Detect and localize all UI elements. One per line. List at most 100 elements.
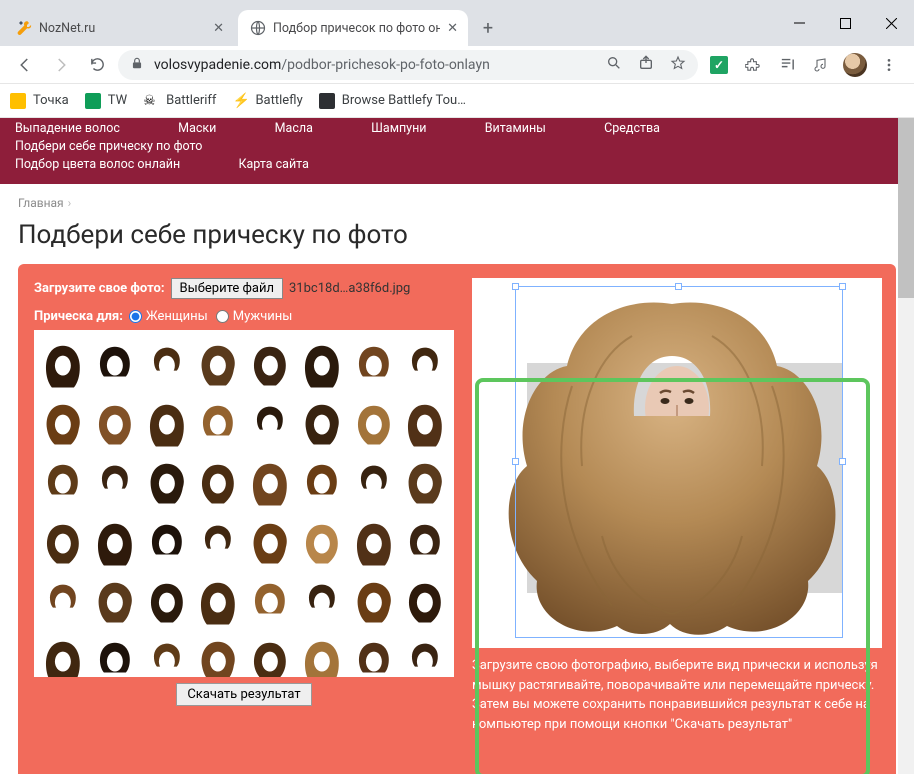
hairstyle-thumb[interactable] bbox=[245, 336, 295, 393]
hairstyle-thumb[interactable] bbox=[245, 573, 295, 630]
hairstyle-grid bbox=[38, 336, 450, 677]
nav-link[interactable]: Витамины bbox=[485, 120, 546, 138]
hairstyle-thumb[interactable] bbox=[245, 395, 295, 452]
hairstyle-thumb[interactable] bbox=[142, 514, 192, 571]
hairstyle-thumb[interactable] bbox=[400, 573, 450, 630]
hairstyle-thumb[interactable] bbox=[142, 395, 192, 452]
hairstyle-thumb[interactable] bbox=[400, 514, 450, 571]
minimize-button[interactable] bbox=[776, 3, 822, 43]
menu-icon[interactable] bbox=[874, 50, 904, 80]
hairstyle-thumb[interactable] bbox=[142, 573, 192, 630]
bookmark-item[interactable]: TW bbox=[85, 93, 127, 109]
resize-handle[interactable] bbox=[839, 458, 846, 465]
close-window-button[interactable] bbox=[868, 3, 914, 43]
hairstyle-thumb[interactable] bbox=[297, 573, 347, 630]
hairstyle-thumb[interactable] bbox=[297, 632, 347, 677]
hairstyle-thumb[interactable] bbox=[193, 514, 243, 571]
hairstyle-thumb[interactable] bbox=[193, 395, 243, 452]
hairstyle-thumb[interactable] bbox=[90, 395, 140, 452]
nav-link[interactable]: Маски bbox=[178, 120, 216, 138]
hairstyle-thumb[interactable] bbox=[297, 514, 347, 571]
hairstyle-thumb[interactable] bbox=[142, 632, 192, 677]
forward-button[interactable] bbox=[46, 50, 76, 80]
hairstyle-thumb[interactable] bbox=[90, 336, 140, 393]
hairstyle-thumb[interactable] bbox=[400, 454, 450, 511]
new-tab-button[interactable]: + bbox=[474, 14, 502, 42]
nav-link[interactable]: Подбор цвета волос онлайн bbox=[15, 156, 180, 174]
scrollbar-thumb[interactable] bbox=[898, 118, 914, 298]
hairstyle-thumb[interactable] bbox=[400, 632, 450, 677]
hairstyle-thumb[interactable] bbox=[90, 454, 140, 511]
bookmark-item[interactable]: ⚡Battlefly bbox=[232, 93, 302, 109]
hairstyle-thumb[interactable] bbox=[245, 514, 295, 571]
ext-shield-icon[interactable]: ✓ bbox=[704, 50, 734, 80]
omnibox[interactable]: volosvypadenie.com/podbor-prichesok-po-f… bbox=[118, 50, 698, 80]
hairstyle-thumb[interactable] bbox=[193, 454, 243, 511]
hairstyle-thumb[interactable] bbox=[38, 632, 88, 677]
hairstyle-thumb[interactable] bbox=[142, 336, 192, 393]
nav-link[interactable]: Масла bbox=[275, 120, 313, 138]
resize-handle[interactable] bbox=[512, 283, 519, 290]
breadcrumb-home[interactable]: Главная bbox=[18, 196, 64, 210]
hairstyle-thumb[interactable] bbox=[400, 395, 450, 452]
share-icon[interactable] bbox=[638, 55, 654, 75]
hairstyle-thumb[interactable] bbox=[38, 395, 88, 452]
search-icon[interactable] bbox=[606, 55, 622, 75]
nav-link[interactable]: Шампуни bbox=[371, 120, 426, 138]
hairstyle-thumb[interactable] bbox=[349, 395, 399, 452]
hairstyle-thumb[interactable] bbox=[38, 454, 88, 511]
hairstyle-thumb[interactable] bbox=[193, 573, 243, 630]
hairstyle-thumb[interactable] bbox=[38, 514, 88, 571]
reload-button[interactable] bbox=[82, 50, 112, 80]
star-icon[interactable] bbox=[670, 55, 686, 75]
close-icon[interactable]: ✕ bbox=[447, 21, 458, 36]
hairstyle-thumb[interactable] bbox=[38, 336, 88, 393]
hairstyle-thumb[interactable] bbox=[349, 573, 399, 630]
choose-file-button[interactable]: Выберите файл bbox=[171, 278, 283, 299]
tab-inactive[interactable]: NozNet.ru ✕ bbox=[4, 10, 234, 46]
bookmark-item[interactable]: Browse Battlefy Tou… bbox=[319, 93, 466, 109]
nav-link[interactable]: Карта сайта bbox=[238, 156, 308, 174]
music-icon[interactable] bbox=[806, 50, 836, 80]
resize-handle[interactable] bbox=[512, 458, 519, 465]
hairstyle-thumb[interactable] bbox=[38, 573, 88, 630]
hairstyle-thumb[interactable] bbox=[90, 514, 140, 571]
gender-female-radio[interactable] bbox=[129, 310, 142, 323]
download-button[interactable]: Скачать результат bbox=[176, 683, 311, 706]
hairstyle-thumb[interactable] bbox=[349, 632, 399, 677]
tab-active[interactable]: Подбор причесок по фото онла ✕ bbox=[238, 10, 468, 46]
avatar[interactable] bbox=[840, 50, 870, 80]
hairstyle-thumb[interactable] bbox=[245, 632, 295, 677]
bookmark-item[interactable]: Точка bbox=[10, 93, 69, 109]
hairstyle-thumb[interactable] bbox=[90, 573, 140, 630]
nav-link[interactable]: Подбери себе прическу по фото bbox=[15, 138, 202, 156]
hairstyle-thumb[interactable] bbox=[297, 395, 347, 452]
back-button[interactable] bbox=[10, 50, 40, 80]
hairstyle-thumb[interactable] bbox=[142, 454, 192, 511]
nav-link[interactable]: Средства bbox=[604, 120, 660, 138]
hairstyle-thumb[interactable] bbox=[297, 336, 347, 393]
hairstyle-thumb[interactable] bbox=[349, 454, 399, 511]
bookmark-item[interactable]: ☠Battleriff bbox=[143, 93, 216, 109]
close-icon[interactable]: ✕ bbox=[213, 21, 224, 36]
page-scrollbar[interactable] bbox=[898, 118, 914, 774]
resize-handle[interactable] bbox=[675, 283, 682, 290]
puzzle-icon[interactable] bbox=[738, 50, 768, 80]
hairstyle-thumb[interactable] bbox=[193, 336, 243, 393]
hairstyle-thumb[interactable] bbox=[297, 454, 347, 511]
preview-canvas[interactable] bbox=[472, 278, 882, 648]
nav-link[interactable]: Выпадение волос bbox=[15, 120, 120, 138]
hairstyle-thumb[interactable] bbox=[245, 454, 295, 511]
hairstyle-thumb[interactable] bbox=[349, 336, 399, 393]
maximize-button[interactable] bbox=[822, 3, 868, 43]
gender-row: Прическа для: Женщины Мужчины bbox=[34, 309, 454, 324]
reading-list-icon[interactable] bbox=[772, 50, 802, 80]
selection-box[interactable] bbox=[515, 286, 843, 638]
hairstyle-thumb[interactable] bbox=[90, 632, 140, 677]
hairstyle-thumb[interactable] bbox=[349, 514, 399, 571]
hairstyle-palette[interactable] bbox=[34, 330, 454, 677]
resize-handle[interactable] bbox=[839, 283, 846, 290]
hairstyle-thumb[interactable] bbox=[193, 632, 243, 677]
gender-male-radio[interactable] bbox=[216, 310, 229, 323]
hairstyle-thumb[interactable] bbox=[400, 336, 450, 393]
